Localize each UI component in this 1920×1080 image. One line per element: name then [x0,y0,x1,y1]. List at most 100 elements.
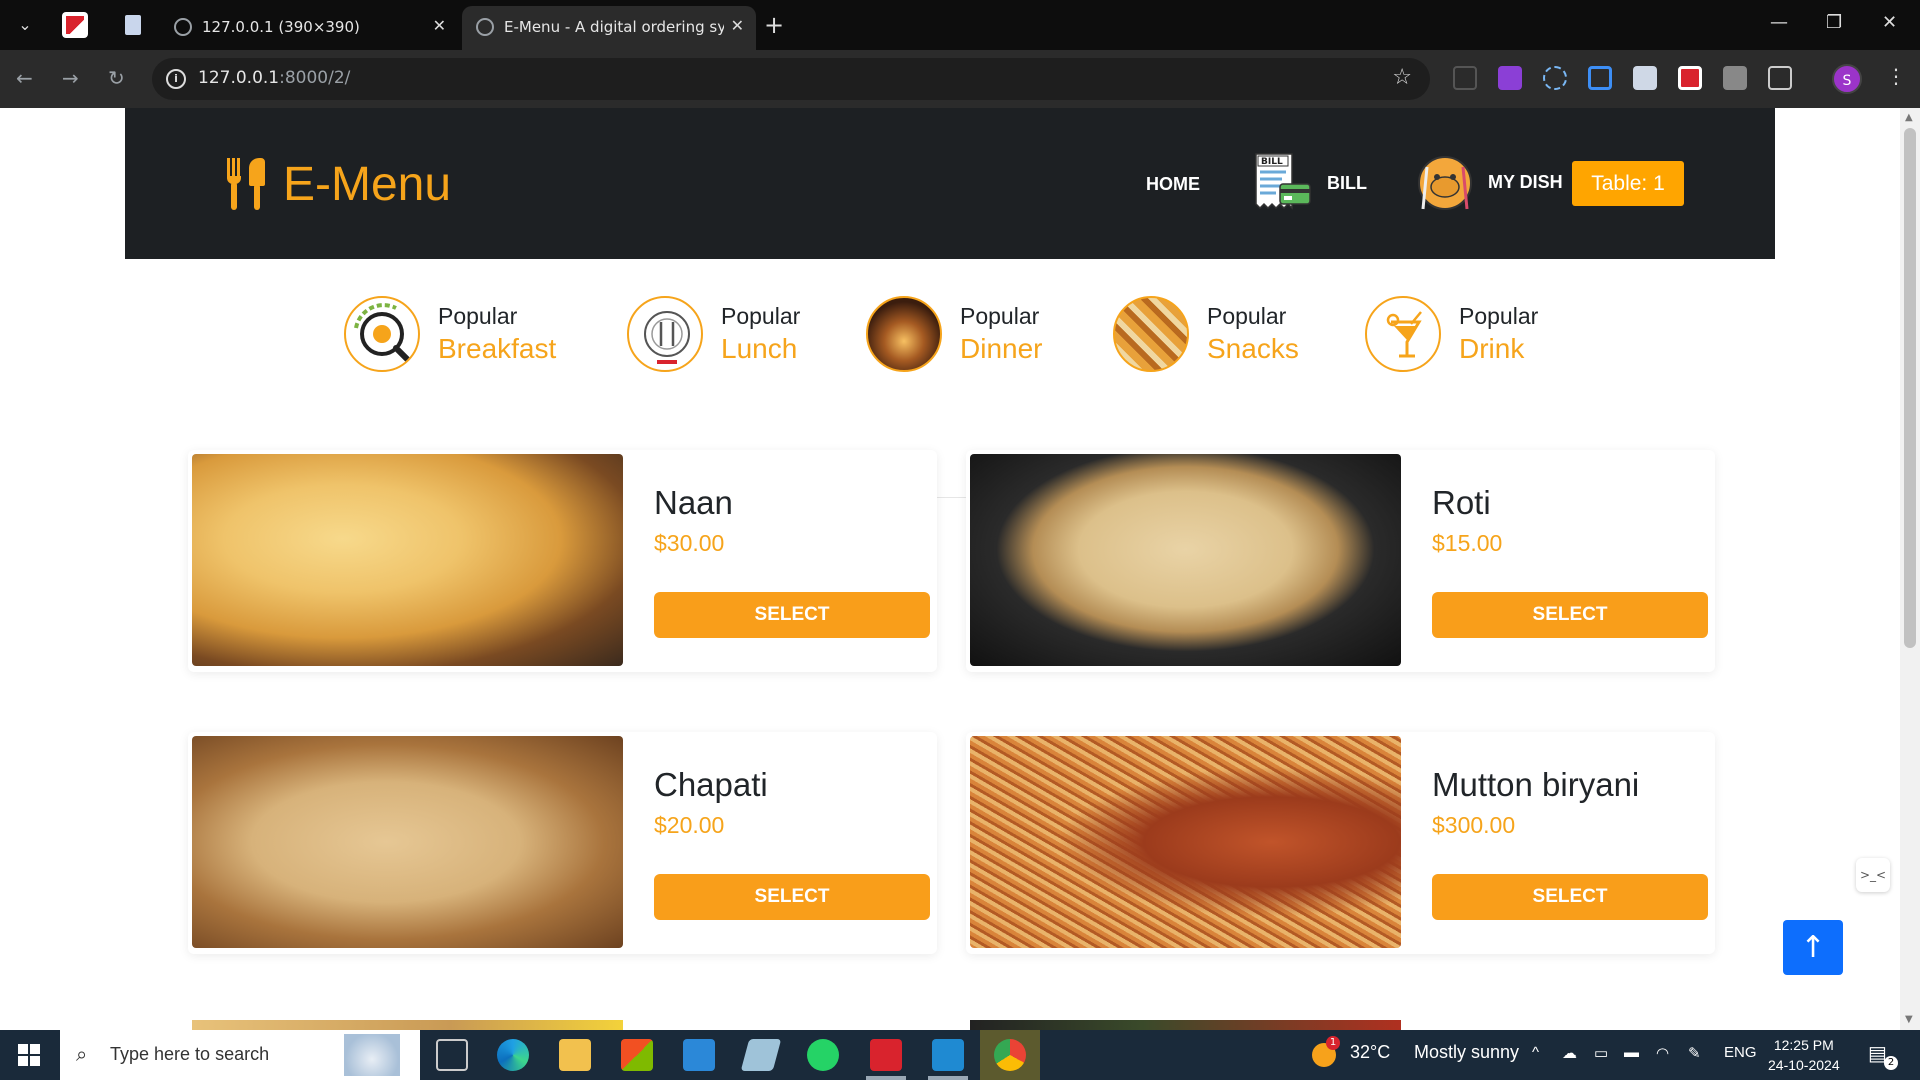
dish-name: Roti [1432,484,1491,521]
select-button[interactable]: SELECT [654,874,930,920]
vscode-icon[interactable] [932,1039,964,1071]
extension-icon[interactable] [1453,66,1477,90]
extension-dev-icon[interactable] [1633,66,1657,90]
search-placeholder: Type here to search [110,1044,270,1064]
pinned-tab-doc[interactable] [120,12,146,38]
weather-temp[interactable]: 32°C [1350,1042,1390,1063]
table-number-button[interactable]: Table: 1 [1572,161,1684,206]
tab-dinner[interactable]: Popular Dinner [866,185,1086,395]
tab-lunch-small: Popular [721,303,801,329]
onedrive-icon[interactable]: ☁ [1562,1044,1577,1062]
mail-icon[interactable] [683,1039,715,1071]
dish-image-mutton-biryani [970,736,1401,948]
whatsapp-icon[interactable] [807,1039,839,1071]
dish-price: $15.00 [1432,530,1503,556]
notification-count: 2 [1884,1056,1898,1070]
extension-crop-icon[interactable] [1588,66,1612,90]
search-icon: ⌕ [76,1042,88,1066]
dish-card: Roti $15.00 SELECT [966,450,1715,672]
browser-menu-icon[interactable]: ⋮ [1886,64,1906,88]
dish-name: Naan [654,484,733,521]
browser-tab[interactable]: 127.0.0.1 (390×390) ✕ [160,6,458,50]
page-scrollbar[interactable]: ▲ ▼ [1900,108,1920,1030]
clock-time: 12:25 PM [1773,1037,1834,1053]
pinned-tab-pdf[interactable] [62,12,88,38]
address-bar[interactable]: i 127.0.0.1:8000/2/ ☆ [152,58,1430,100]
bill-icon-label: BILL [1261,157,1283,167]
dish-name: Mutton biryani [1432,766,1640,803]
back-icon[interactable]: ← [16,66,33,90]
dish-price: $30.00 [654,530,725,556]
clock-date: 24-10-2024 [1768,1057,1840,1073]
wifi-icon[interactable]: ◠ [1656,1044,1669,1062]
office-icon[interactable] [870,1039,902,1071]
tab-breakfast[interactable]: Popular Breakfast [344,185,584,395]
notes-icon[interactable] [740,1039,782,1071]
scroll-to-top-button[interactable]: ↑ [1783,920,1843,975]
devtools-shortcut-icon[interactable]: >_< [1856,858,1890,892]
reload-icon[interactable]: ↻ [108,66,125,90]
battery-icon[interactable]: ▬ [1624,1044,1639,1061]
extension-qr-icon[interactable] [1723,66,1747,90]
tab-lunch[interactable]: Popular Lunch [627,185,847,395]
new-tab-icon[interactable]: + [764,10,784,40]
extension-record-icon[interactable] [1678,66,1702,90]
taskbar-search-box[interactable]: ⌕ Type here to search [60,1030,420,1080]
meet-icon[interactable]: ▭ [1594,1044,1608,1062]
weather-text[interactable]: Mostly sunny [1414,1042,1519,1063]
address-toolbar: ← → ↻ i 127.0.0.1:8000/2/ ☆ S ⋮ [0,50,1920,108]
page-viewport: E-Menu HOME BILL BILL MY DISH Table: 1 P… [0,108,1900,1030]
edge-icon[interactable] [497,1039,529,1071]
windows-start-icon[interactable] [18,1044,40,1066]
scroll-down-icon[interactable]: ▼ [1905,1014,1913,1025]
tab-title: E-Menu - A digital ordering sys [504,18,724,36]
tab-lunch-label: Lunch [721,333,798,364]
tab-snacks-small: Popular [1207,303,1287,329]
url-host: 127.0.0.1 [198,68,280,88]
task-view-icon[interactable] [436,1039,468,1071]
minimize-icon[interactable]: — [1770,12,1788,33]
dish-image-partial [970,1020,1401,1030]
select-button[interactable]: SELECT [654,592,930,638]
chrome-taskbar-active[interactable] [980,1030,1040,1080]
nav-bill[interactable]: BILL [1327,173,1367,194]
extensions-puzzle-icon[interactable] [1768,66,1792,90]
tab-breakfast-label: Breakfast [438,333,557,364]
store-icon[interactable] [621,1039,653,1071]
chrome-icon [994,1039,1026,1071]
bookmark-star-icon[interactable]: ☆ [1392,65,1412,90]
scroll-up-icon[interactable]: ▲ [1905,112,1913,123]
select-button[interactable]: SELECT [1432,592,1708,638]
url-text[interactable]: 127.0.0.1:8000/2/ [198,68,350,88]
close-tab-icon[interactable]: ✕ [731,16,744,35]
dish-card: Chapati $20.00 SELECT [188,732,937,954]
dish-name: Chapati [654,766,768,803]
tab-breakfast-small: Popular [438,303,518,329]
pen-icon[interactable]: ✎ [1688,1044,1701,1062]
clock[interactable]: 12:25 PM 24-10-2024 [1768,1035,1840,1075]
site-info-icon[interactable]: i [166,69,186,89]
dish-image-partial [192,1020,623,1030]
restore-icon[interactable]: ❐ [1826,12,1842,33]
language-indicator[interactable]: ENG [1724,1044,1757,1061]
browser-tab-active[interactable]: E-Menu - A digital ordering sys ✕ [462,6,756,50]
search-highlight-image [344,1034,400,1076]
extension-gear-icon[interactable] [1543,66,1567,90]
active-app-indicator [928,1076,968,1080]
browser-tab-bar: ⌄ 127.0.0.1 (390×390) ✕ E-Menu - A digit… [0,0,1920,50]
extension-check-icon[interactable] [1498,66,1522,90]
file-explorer-icon[interactable] [559,1039,591,1071]
tab-drink[interactable]: Popular Drink [1365,185,1585,395]
tab-search-dropdown-icon[interactable]: ⌄ [10,10,40,40]
tray-chevron-icon[interactable]: ^ [1532,1044,1539,1061]
drink-icon [1365,296,1441,372]
scrollbar-thumb[interactable] [1904,128,1916,648]
profile-avatar[interactable]: S [1832,64,1862,94]
tab-snacks[interactable]: Popular Snacks [1113,185,1333,395]
select-button[interactable]: SELECT [1432,874,1708,920]
close-tab-icon[interactable]: ✕ [433,16,446,35]
dish-image-chapati [192,736,623,948]
tab-dinner-label: Dinner [960,333,1043,364]
close-window-icon[interactable]: ✕ [1882,12,1897,33]
forward-icon[interactable]: → [62,66,79,90]
